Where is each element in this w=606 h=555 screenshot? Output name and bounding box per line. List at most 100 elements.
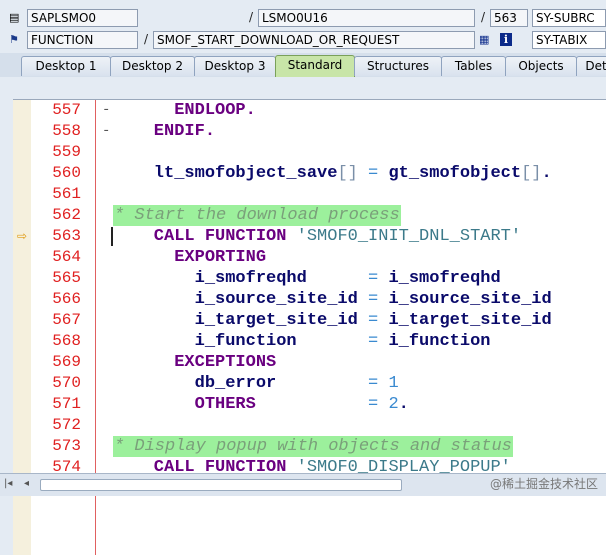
code-line[interactable]: 570 db_error = 1	[13, 373, 606, 394]
identifier-token: i_smofreqhd	[378, 269, 501, 288]
program-field[interactable]: SAPLSMO0	[27, 9, 138, 27]
event-type-field[interactable]: FUNCTION	[27, 31, 138, 49]
tab-desktop-1[interactable]: Desktop 1	[21, 56, 111, 76]
identifier-token	[358, 164, 368, 183]
source-code-pane: 557 - ENDLOOP. 558 - ENDIF. 559 560 lt_smofob…	[0, 77, 606, 555]
line-number: 557	[52, 101, 81, 119]
code-text: OTHERS = 2.	[113, 394, 409, 415]
line-number: 561	[52, 185, 81, 203]
keyword-token: EXPORTING	[113, 248, 267, 267]
code-text: ENDIF.	[113, 121, 215, 142]
sy-subrc-field[interactable]: SY-SUBRC	[532, 9, 606, 27]
code-line[interactable]: 562 * Start the download process	[13, 205, 606, 226]
identifier-token: i_source_site_id	[113, 290, 369, 309]
scroll-left-end-icon[interactable]: |◂	[4, 478, 12, 489]
identifier-token: []	[521, 164, 542, 183]
code-line[interactable]: 564 EXPORTING	[13, 247, 606, 268]
code-line[interactable]: 567 i_target_site_id = i_target_site_id	[13, 310, 606, 331]
operator-token: =	[368, 311, 379, 330]
current-statement-arrow-icon: ⇨	[17, 229, 28, 243]
identifier-token: i_target_site_id	[113, 311, 369, 330]
keyword-token: EXCEPTIONS	[113, 353, 277, 372]
identifier-token: []	[337, 164, 358, 183]
line-number: 569	[52, 353, 81, 371]
code-line[interactable]: 560 lt_smofobject_save[] = gt_smofobject…	[13, 163, 606, 184]
operator-token: =	[368, 374, 379, 393]
line-number: 573	[52, 437, 81, 455]
line-number-field[interactable]: 563	[490, 9, 528, 27]
code-line[interactable]: 566 i_source_site_id = i_source_site_id	[13, 289, 606, 310]
separator-slash: /	[249, 10, 254, 24]
fold-marker[interactable]: -	[102, 100, 110, 121]
code-text: EXPORTING	[113, 247, 266, 268]
scroll-left-icon[interactable]: ◂	[24, 478, 29, 489]
debugger-header-row-1: ▤ SAPLSMO0 / LSMO0U16 / 563 SY-SUBRC	[0, 9, 606, 31]
scrollbar-thumb[interactable]	[40, 479, 402, 491]
number-literal: 1	[378, 374, 399, 393]
line-number: 572	[52, 416, 81, 434]
code-text: lt_smofobject_save[] = gt_smofobject[].	[113, 163, 552, 184]
line-number: 568	[52, 332, 81, 350]
tab-desktop-2[interactable]: Desktop 2	[110, 56, 195, 76]
tab-standard[interactable]: Standard	[275, 55, 355, 77]
operator-token: =	[368, 269, 379, 288]
identifier-token: i_smofreqhd	[113, 269, 369, 288]
display-source-icon[interactable]: ▦	[479, 34, 489, 46]
identifier-token: gt_smofobject	[378, 164, 522, 183]
line-number: 567	[52, 311, 81, 329]
identifier-token: i_function	[378, 332, 491, 351]
line-number: 560	[52, 164, 81, 182]
include-field[interactable]: LSMO0U16	[258, 9, 475, 27]
identifier-token: db_error	[113, 374, 369, 393]
keyword-token: CALL FUNCTION	[113, 227, 297, 246]
line-number: 558	[52, 122, 81, 140]
fold-marker[interactable]: -	[102, 121, 110, 142]
code-comment: * Start the download process	[113, 205, 401, 226]
code-line[interactable]: 571 OTHERS = 2.	[13, 394, 606, 415]
tab-details[interactable]: Det	[576, 56, 606, 76]
debugger-header-row-2: ⚑ FUNCTION / SMOF_START_DOWNLOAD_OR_REQU…	[0, 31, 606, 53]
code-text: CALL FUNCTION 'SMOF0_INIT_DNL_START'	[113, 226, 521, 247]
code-text: i_source_site_id = i_source_site_id	[113, 289, 552, 310]
code-text: ENDLOOP.	[113, 100, 256, 121]
desktop-tabbar: Desktop 1 Desktop 2 Desktop 3 Standard S…	[0, 53, 606, 77]
code-text: db_error = 1	[113, 373, 399, 394]
sy-tabix-field[interactable]: SY-TABIX	[532, 31, 606, 49]
tab-objects[interactable]: Objects	[505, 56, 577, 76]
keyword-token: ENDLOOP.	[113, 101, 256, 120]
line-number: 559	[52, 143, 81, 161]
code-line[interactable]: 565 i_smofreqhd = i_smofreqhd	[13, 268, 606, 289]
line-number: 563	[52, 227, 81, 245]
tab-desktop-3[interactable]: Desktop 3	[194, 56, 276, 76]
line-number: 564	[52, 248, 81, 266]
code-line[interactable]: 572	[13, 415, 606, 436]
line-number: 562	[52, 206, 81, 224]
line-number: 566	[52, 290, 81, 308]
operator-token: =	[368, 332, 379, 351]
code-line[interactable]: 557 - ENDLOOP.	[13, 100, 606, 121]
function-icon: ⚑	[9, 33, 19, 46]
event-name-field[interactable]: SMOF_START_DOWNLOAD_OR_REQUEST	[153, 31, 475, 49]
line-number: 571	[52, 395, 81, 413]
code-text: EXCEPTIONS	[113, 352, 276, 373]
code-line[interactable]: 558 - ENDIF.	[13, 121, 606, 142]
operator-token: =	[368, 290, 379, 309]
tab-structures[interactable]: Structures	[354, 56, 442, 76]
identifier-token: i_target_site_id	[378, 311, 552, 330]
code-line[interactable]: 563 ⇨ CALL FUNCTION 'SMOF0_INIT_DNL_START…	[13, 226, 606, 247]
watermark: @稀土掘金技术社区	[489, 477, 598, 491]
string-literal: 'SMOF0_INIT_DNL_START'	[296, 227, 522, 246]
identifier-token: .	[541, 164, 552, 183]
info-icon[interactable]: i	[500, 33, 512, 46]
code-line[interactable]: 568 i_function = i_function	[13, 331, 606, 352]
operator-token: =	[368, 395, 379, 414]
code-text: i_function = i_function	[113, 331, 491, 352]
code-line[interactable]: 559	[13, 142, 606, 163]
code-line[interactable]: 569 EXCEPTIONS	[13, 352, 606, 373]
code-line[interactable]: 561	[13, 184, 606, 205]
tab-tables[interactable]: Tables	[441, 56, 506, 76]
operator-token: =	[368, 164, 379, 183]
program-icon: ▤	[9, 11, 20, 24]
line-number: 565	[52, 269, 81, 287]
code-line[interactable]: 573 * Display popup with objects and stat…	[13, 436, 606, 457]
